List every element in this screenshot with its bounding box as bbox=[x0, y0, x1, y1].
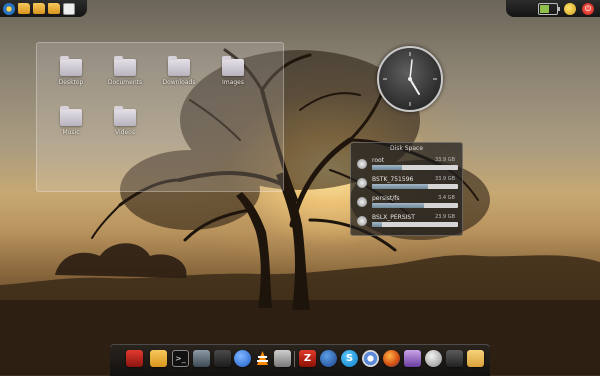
battery-icon[interactable] bbox=[538, 2, 560, 15]
hard-disk-icon bbox=[357, 159, 367, 169]
folder-label: Desktop bbox=[58, 79, 84, 86]
disk-usage-fill bbox=[372, 222, 383, 227]
dock-separator bbox=[294, 351, 295, 367]
trash-icon[interactable] bbox=[467, 350, 484, 367]
disk-usage-bar bbox=[372, 165, 458, 170]
folder-icon bbox=[114, 56, 136, 76]
disk-space-widget: Disk Space root 33.9 GB BSTK_751596 33.9… bbox=[350, 142, 463, 236]
network-icon[interactable] bbox=[564, 2, 576, 15]
hard-disk-icon bbox=[357, 178, 367, 188]
disk-name: BSLX_PERSIST bbox=[372, 214, 415, 221]
folder-icon bbox=[114, 106, 136, 126]
analog-clock-widget[interactable] bbox=[377, 46, 443, 112]
folder-music[interactable]: Music bbox=[45, 106, 97, 136]
folder-icon[interactable] bbox=[18, 3, 30, 14]
disk-utility-icon[interactable] bbox=[425, 350, 442, 367]
chromium-icon[interactable] bbox=[362, 350, 379, 367]
folder-label: Videos bbox=[115, 129, 135, 136]
folder-label: Music bbox=[62, 129, 80, 136]
power-icon[interactable]: ⏻ bbox=[582, 2, 594, 15]
firefox-icon[interactable] bbox=[383, 350, 400, 367]
clock-face bbox=[383, 52, 437, 106]
hard-disk-icon bbox=[357, 216, 367, 226]
folder-label: Downloads bbox=[162, 79, 196, 86]
disk-row[interactable]: root 33.9 GB bbox=[355, 157, 459, 175]
folder-icon[interactable] bbox=[33, 3, 45, 14]
disk-usage-bar bbox=[372, 184, 458, 189]
disk-usage-bar bbox=[372, 222, 458, 227]
folder-view-widget: Desktop Documents Downloads Images Music… bbox=[36, 42, 284, 192]
disk-usage-fill bbox=[372, 165, 403, 170]
battery-level bbox=[540, 4, 549, 13]
disk-size: 3.4 GB bbox=[438, 195, 455, 201]
folder-videos[interactable]: Videos bbox=[99, 106, 151, 136]
filezilla-icon[interactable]: Z bbox=[299, 350, 316, 367]
folder-desktop[interactable]: Desktop bbox=[45, 56, 97, 86]
folder-icon bbox=[60, 106, 82, 126]
text-editor-icon[interactable] bbox=[63, 2, 75, 15]
disk-name: BSTK_751596 bbox=[372, 176, 414, 183]
mixer-icon[interactable] bbox=[446, 350, 463, 367]
system-monitor-icon[interactable] bbox=[193, 350, 210, 367]
clock-minute-hand bbox=[409, 59, 413, 80]
disk-size: 23.9 GB bbox=[434, 214, 455, 220]
disk-usage-fill bbox=[372, 203, 424, 208]
terminal-icon[interactable]: >_ bbox=[172, 350, 189, 367]
folder-icon bbox=[222, 56, 244, 76]
top-right-panel: ⏻ bbox=[506, 0, 600, 17]
disk-name: root bbox=[372, 157, 385, 164]
folder-icon bbox=[168, 56, 190, 76]
folder-documents[interactable]: Documents bbox=[99, 56, 151, 86]
disk-usage-fill bbox=[372, 184, 428, 189]
document-viewer-icon[interactable] bbox=[274, 350, 291, 367]
disk-row[interactable]: BSTK_751596 33.9 GB bbox=[355, 176, 459, 194]
folder-downloads[interactable]: Downloads bbox=[153, 56, 205, 86]
file-manager-icon[interactable] bbox=[150, 350, 167, 367]
folder-label: Images bbox=[222, 79, 244, 86]
disk-size: 33.9 GB bbox=[434, 157, 455, 163]
skype-icon[interactable]: S bbox=[341, 350, 358, 367]
folder-label: Documents bbox=[107, 79, 143, 86]
folder-icon bbox=[60, 56, 82, 76]
hard-disk-icon bbox=[357, 197, 367, 207]
disk-row[interactable]: persist/fs 3.4 GB bbox=[355, 195, 459, 213]
disk-size: 33.9 GB bbox=[434, 176, 455, 182]
folder-images[interactable]: Images bbox=[207, 56, 259, 86]
folder-icon[interactable] bbox=[48, 3, 60, 14]
network-tool-icon[interactable] bbox=[214, 350, 231, 367]
disk-usage-bar bbox=[372, 203, 458, 208]
music-player-icon[interactable] bbox=[234, 350, 251, 367]
disk-row[interactable]: BSLX_PERSIST 23.9 GB bbox=[355, 214, 459, 232]
top-left-panel bbox=[0, 0, 87, 17]
pidgin-icon[interactable] bbox=[404, 350, 421, 367]
flash-icon[interactable] bbox=[320, 350, 337, 367]
disk-name: persist/fs bbox=[372, 195, 400, 202]
vlc-icon[interactable] bbox=[254, 350, 271, 367]
media-player-icon[interactable] bbox=[126, 350, 143, 367]
kde-menu-icon[interactable] bbox=[3, 2, 15, 15]
widget-title: Disk Space bbox=[389, 145, 424, 152]
clock-hour-hand bbox=[409, 78, 420, 95]
application-dock: >_ Z S bbox=[110, 344, 490, 376]
